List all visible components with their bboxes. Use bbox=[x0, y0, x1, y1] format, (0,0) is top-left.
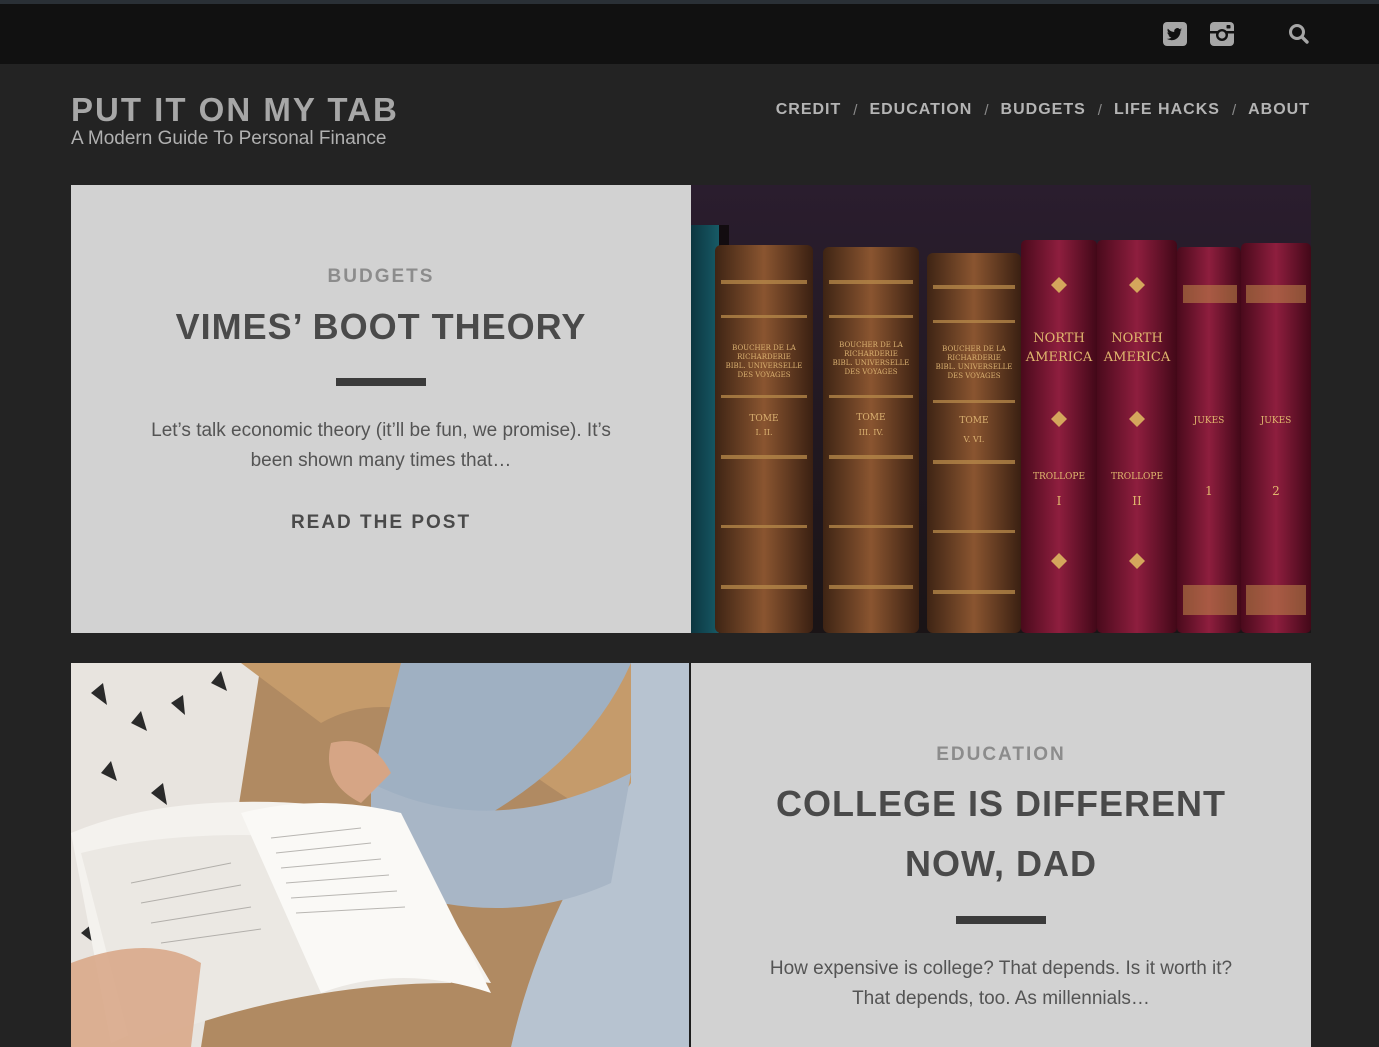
svg-text:BIBL. UNIVERSELLE: BIBL. UNIVERSELLE bbox=[936, 363, 1013, 371]
nav-item-credit[interactable]: CREDIT bbox=[776, 101, 842, 119]
post-2-image[interactable] bbox=[71, 663, 691, 1047]
nav-separator: / bbox=[984, 101, 989, 119]
svg-text:TOME: TOME bbox=[856, 413, 885, 423]
svg-text:BOUCHER DE LA: BOUCHER DE LA bbox=[839, 341, 904, 349]
title-divider bbox=[956, 916, 1046, 924]
svg-text:DES VOYAGES: DES VOYAGES bbox=[737, 371, 790, 379]
svg-text:JUKES: JUKES bbox=[1193, 416, 1225, 426]
nav-item-about[interactable]: ABOUT bbox=[1248, 101, 1310, 119]
post-category[interactable]: EDUCATION bbox=[691, 744, 1311, 766]
nav-separator: / bbox=[1097, 101, 1102, 119]
search-icon[interactable] bbox=[1286, 21, 1312, 47]
svg-text:RICHARDERIE: RICHARDERIE bbox=[947, 354, 1001, 362]
svg-text:BOUCHER DE LA: BOUCHER DE LA bbox=[732, 344, 797, 352]
post-title[interactable]: VIMES’ BOOT THEORY bbox=[111, 297, 651, 357]
svg-text:TROLLOPE: TROLLOPE bbox=[1111, 472, 1163, 482]
nav-item-education[interactable]: EDUCATION bbox=[869, 101, 972, 119]
svg-text:BIBL. UNIVERSELLE: BIBL. UNIVERSELLE bbox=[833, 359, 910, 367]
post-category[interactable]: BUDGETS bbox=[71, 266, 691, 288]
read-the-post-link[interactable]: READ THE POST bbox=[71, 512, 691, 534]
site-tagline: A Modern Guide To Personal Finance bbox=[71, 128, 387, 149]
svg-text:II: II bbox=[1132, 494, 1142, 508]
svg-text:RICHARDERIE: RICHARDERIE bbox=[844, 350, 898, 358]
top-bar bbox=[0, 4, 1379, 64]
svg-text:BIBL. UNIVERSELLE: BIBL. UNIVERSELLE bbox=[726, 362, 803, 370]
svg-text:AMERICA: AMERICA bbox=[1103, 350, 1171, 365]
post-title[interactable]: COLLEGE IS DIFFERENT NOW, DAD bbox=[731, 774, 1271, 894]
svg-text:RICHARDERIE: RICHARDERIE bbox=[737, 353, 791, 361]
nav-item-life-hacks[interactable]: LIFE HACKS bbox=[1114, 101, 1220, 119]
site-title[interactable]: PUT IT ON MY TAB bbox=[71, 90, 399, 130]
nav-item-budgets[interactable]: BUDGETS bbox=[1001, 101, 1086, 119]
svg-text:BOUCHER DE LA: BOUCHER DE LA bbox=[942, 345, 1007, 353]
post-1-image[interactable]: BOUCHER DE LA RICHARDERIE BIBL. UNIVERSEL… bbox=[691, 185, 1311, 633]
title-divider bbox=[336, 378, 426, 386]
primary-nav: CREDIT / EDUCATION / BUDGETS / LIFE HACK… bbox=[776, 99, 1310, 121]
post-excerpt: Let’s talk economic theory (it’ll be fun… bbox=[151, 420, 611, 471]
svg-text:I. II.: I. II. bbox=[755, 428, 772, 437]
svg-text:2: 2 bbox=[1272, 484, 1280, 498]
post-excerpt: How expensive is college? That depends. … bbox=[769, 958, 1233, 1009]
books-image: BOUCHER DE LARICHARDERIE BIBL. UNIVERSEL… bbox=[691, 185, 1311, 633]
twitter-icon[interactable] bbox=[1162, 21, 1188, 47]
instagram-icon[interactable] bbox=[1209, 21, 1235, 47]
nav-separator: / bbox=[1231, 101, 1237, 119]
svg-text:NORTH: NORTH bbox=[1033, 331, 1085, 346]
svg-text:III. IV.: III. IV. bbox=[859, 428, 884, 437]
svg-text:AMERICA: AMERICA bbox=[1025, 350, 1093, 365]
svg-text:TOME: TOME bbox=[749, 414, 778, 424]
svg-text:DES VOYAGES: DES VOYAGES bbox=[844, 368, 897, 376]
svg-text:NORTH: NORTH bbox=[1111, 331, 1163, 346]
svg-text:I: I bbox=[1057, 494, 1062, 508]
reading-image bbox=[71, 663, 691, 1047]
post-card-2: EDUCATION COLLEGE IS DIFFERENT NOW, DAD … bbox=[691, 663, 1311, 1047]
svg-text:V. VI.: V. VI. bbox=[963, 435, 985, 444]
svg-text:JUKES: JUKES bbox=[1260, 416, 1292, 426]
svg-text:TOME: TOME bbox=[959, 416, 988, 426]
post-card-1: BUDGETS VIMES’ BOOT THEORY Let’s talk ec… bbox=[71, 185, 691, 633]
svg-text:TROLLOPE: TROLLOPE bbox=[1033, 472, 1085, 482]
svg-text:1: 1 bbox=[1205, 484, 1213, 498]
nav-separator: / bbox=[853, 101, 858, 119]
svg-text:DES VOYAGES: DES VOYAGES bbox=[947, 372, 1000, 380]
